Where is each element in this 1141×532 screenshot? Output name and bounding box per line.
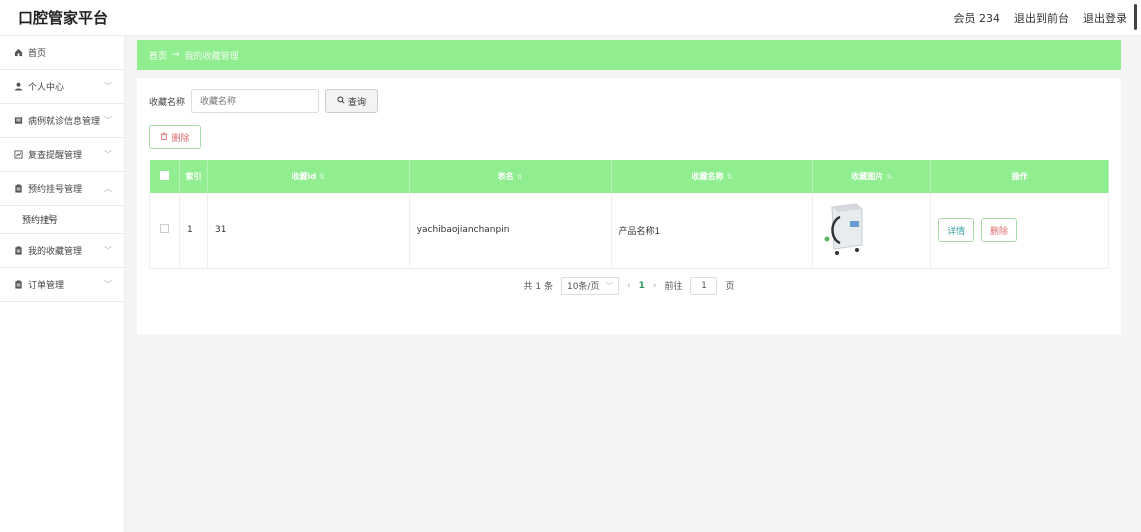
row-checkbox[interactable] (159, 224, 169, 234)
content-panel: 收藏名称 查询 删除 索引 收藏id⇅ 表名⇅ (137, 78, 1121, 334)
goto-page-input[interactable]: 1 (690, 276, 718, 295)
sidebar-item-label: 病例就诊信息管理 (28, 117, 101, 127)
cell-image (812, 193, 932, 268)
sidebar-item-home[interactable]: 首页 (0, 36, 124, 70)
chevron-down-icon: ﹀ (104, 82, 112, 91)
main-content: 首页 → 我的收藏管理 收藏名称 查询 删除 索引 (137, 40, 1121, 334)
chevron-down-icon: ﹀ (104, 246, 112, 255)
row-delete-button[interactable]: 删除 (981, 218, 1018, 243)
select-all-checkbox[interactable] (159, 171, 169, 180)
sidebar-item-favorites[interactable]: 我的收藏管理 ﹀ (0, 234, 124, 268)
sidebar-item-label: 预约挂号管理 (28, 185, 83, 195)
pager-total: 共 1 条 (523, 282, 553, 292)
sidebar-item-label: 首页 (28, 49, 47, 59)
select-all-header[interactable] (149, 160, 180, 193)
breadcrumb-arrow-icon: → (172, 50, 180, 60)
search-input[interactable] (191, 89, 320, 113)
breadcrumb-home[interactable]: 首页 (149, 49, 167, 62)
goto-prefix: 前往 (664, 282, 683, 292)
row-select-cell[interactable] (149, 193, 180, 268)
sidebar-item-orders[interactable]: 订单管理 ﹀ (0, 268, 124, 302)
sort-icon[interactable]: ⇅ (319, 173, 325, 181)
sidebar: 首页 个人中心 ﹀ 病例就诊信息管理 ﹀ 复查提醒管理 ﹀ 预约挂号管理 ︿ 预… (0, 36, 125, 532)
sidebar-item-personal[interactable]: 个人中心 ﹀ (0, 70, 124, 104)
top-bar: 口腔管家平台 会员 234 退出到前台 退出登录 (0, 0, 1141, 36)
goto-suffix: 页 (725, 282, 735, 292)
top-links: 会员 234 退出到前台 退出登录 (954, 10, 1128, 26)
chevron-up-icon: ︿ (104, 184, 112, 193)
column-header-name[interactable]: 收藏名称 ⇅ (611, 160, 814, 193)
app-title: 口腔管家平台 (18, 9, 109, 27)
sidebar-item-label: 我的收藏管理 (28, 247, 83, 257)
column-header-image[interactable]: 收藏图片 ⇅ (812, 160, 932, 193)
breadcrumb: 首页 → 我的收藏管理 (137, 40, 1121, 70)
clipboard-icon (14, 246, 23, 255)
sidebar-item-label: 订单管理 (28, 281, 65, 291)
column-header-id[interactable]: 收藏id ⇅ (207, 160, 410, 193)
logout-link[interactable]: 退出登录 (1083, 10, 1127, 26)
document-icon (14, 116, 23, 125)
column-header-table-name[interactable]: 表名 ⇅ (409, 160, 612, 193)
breadcrumb-current: 我的收藏管理 (184, 51, 239, 62)
clipboard-icon (14, 280, 23, 289)
home-icon (14, 48, 23, 57)
table-row: 1 31 yachibaojianchanpin 产品名称1 详情 删除 (149, 193, 1109, 268)
chevron-down-icon: ﹀ (605, 281, 613, 290)
sidebar-item-label: 个人中心 (28, 83, 65, 93)
table-header-row: 索引 收藏id ⇅ 表名 ⇅ 收藏名称 ⇅ 收藏图片 ⇅ 操作 (149, 160, 1109, 193)
page-number[interactable]: 1 (639, 281, 645, 291)
column-header-actions: 操作 (930, 160, 1109, 193)
page-size-select[interactable]: 10条/页 ﹀ (560, 276, 619, 295)
cell-index: 1 (179, 193, 208, 268)
prev-page-icon[interactable]: ‹ (627, 281, 631, 291)
pagination: 共 1 条 10条/页 ﹀ ‹ 1 › 前往 1 页 (149, 276, 1109, 295)
favorites-table: 索引 收藏id ⇅ 表名 ⇅ 收藏名称 ⇅ 收藏图片 ⇅ 操作 1 31 yachiba… (149, 160, 1109, 269)
sort-icon[interactable]: ⇅ (886, 173, 892, 181)
product-image[interactable] (820, 199, 871, 262)
search-icon (337, 95, 345, 107)
sort-icon[interactable]: ⇅ (726, 173, 732, 181)
trash-icon (160, 131, 168, 143)
hand-cursor-icon: ☝ (44, 212, 53, 228)
batch-delete-label: 删除 (171, 133, 190, 144)
sidebar-subitem-appointment[interactable]: 预约挂号 ☝ (0, 206, 124, 234)
sidebar-item-label: 复查提醒管理 (28, 151, 83, 161)
batch-delete-button[interactable]: 删除 (149, 125, 201, 149)
detail-button[interactable]: 详情 (938, 218, 975, 243)
cell-table-name: yachibaojianchanpin (409, 193, 612, 268)
sidebar-item-appointment[interactable]: 预约挂号管理 ︿ (0, 172, 124, 206)
search-label: 收藏名称 (149, 97, 186, 108)
user-icon (14, 82, 23, 91)
chevron-down-icon: ﹀ (104, 280, 112, 289)
search-row: 收藏名称 查询 (149, 88, 1109, 114)
search-button-label: 查询 (348, 97, 367, 108)
sidebar-subitem-label: 预约挂号 (22, 216, 59, 226)
next-page-icon[interactable]: › (653, 281, 657, 291)
page-size-value: 10条/页 (566, 282, 600, 292)
scrollbar-indicator[interactable] (1134, 4, 1137, 30)
column-header-index: 索引 (179, 160, 208, 193)
member-label: 会员 234 (953, 11, 1001, 25)
sort-icon[interactable]: ⇅ (517, 173, 523, 181)
chart-icon (14, 150, 23, 159)
cell-id: 31 (207, 193, 410, 268)
go-front-link[interactable]: 退出到前台 (1014, 10, 1069, 26)
chevron-down-icon: ﹀ (104, 150, 112, 159)
cell-name: 产品名称1 (611, 193, 814, 268)
chevron-down-icon: ﹀ (104, 116, 112, 125)
sidebar-item-review[interactable]: 复查提醒管理 ﹀ (0, 138, 124, 172)
search-button[interactable]: 查询 (325, 89, 379, 113)
clipboard-icon (14, 184, 23, 193)
sidebar-item-records[interactable]: 病例就诊信息管理 ﹀ (0, 104, 124, 138)
cell-actions: 详情 删除 (930, 193, 1109, 268)
